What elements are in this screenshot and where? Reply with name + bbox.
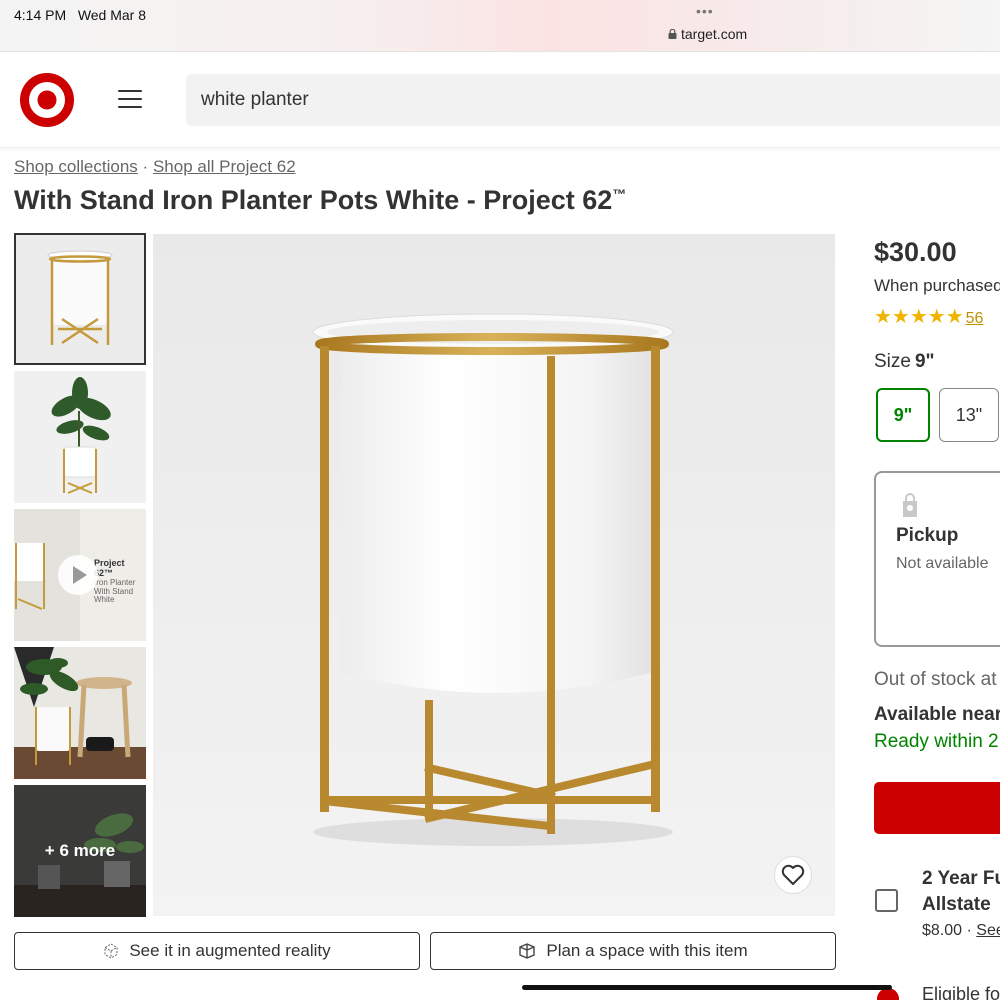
breadcrumb-shop-project-62[interactable]: Shop all Project 62 [153,157,296,176]
rating-stars[interactable]: ★★★★★ 56 [874,304,983,329]
main-product-image[interactable] [153,234,835,916]
thumbnail-2[interactable] [14,371,146,503]
thumbnail-4[interactable] [14,647,146,779]
out-of-stock-text: Out of stock at [874,669,997,690]
eligible-text: Eligible fo [922,984,1000,1000]
search-input[interactable] [186,74,1000,126]
status-time: 4:14 PM Wed Mar 8 [14,7,147,23]
protection-plan-checkbox[interactable] [875,889,898,912]
thumbnail-video[interactable]: Project 62™ Iron Planter With Stand Whit… [14,509,146,641]
breadcrumb: Shop collections · Shop all Project 62 [14,157,296,177]
size-option-9[interactable]: 9" [876,388,930,442]
protection-details-link[interactable]: See [976,922,1000,939]
ar-cube-icon [104,943,118,959]
favorite-heart-icon[interactable] [774,856,812,894]
available-near-text: Available near [874,704,1000,725]
more-images-label: + 6 more [44,841,116,860]
hamburger-menu-icon[interactable] [118,90,142,110]
protection-plan-title: 2 Year Fu Allstate [922,868,1000,915]
lock-icon [668,29,677,39]
more-dots[interactable]: ••• [696,3,714,19]
product-title: With Stand Iron Planter Pots White - Pro… [14,185,627,215]
add-to-cart-button[interactable] [874,782,1000,834]
pickup-option-card[interactable]: Pickup Not available [874,471,1000,647]
size-label: Size 9" [874,351,935,372]
plan-space-button[interactable]: Plan a space with this item [430,932,836,970]
home-indicator[interactable] [522,985,892,990]
target-logo-icon[interactable] [20,73,74,127]
when-purchased-text: When purchased [874,276,1000,295]
thumbnail-1[interactable] [14,233,146,365]
breadcrumb-separator: · [142,157,149,176]
pickup-title: Pickup [896,525,959,546]
ready-within-text: Ready within 2 [874,731,999,752]
site-header [0,52,1000,148]
product-price: $30.00 [874,237,957,267]
room-plan-icon [519,943,536,959]
url-display[interactable]: target.com [668,26,747,42]
video-brand-text: Project 62™ Iron Planter With Stand Whit… [94,558,136,605]
play-icon[interactable] [58,555,98,595]
thumbnail-more[interactable]: + 6 more [14,785,146,917]
status-bar: 4:14 PM Wed Mar 8 ••• target.com [0,0,1000,52]
augmented-reality-button[interactable]: See it in augmented reality [14,932,420,970]
pickup-bag-icon [903,493,917,517]
size-option-13[interactable]: 13" [939,388,999,442]
rating-count: 56 [965,310,984,327]
pickup-status: Not available [896,555,989,572]
protection-plan-price: $8.00 · See [922,922,1000,940]
selected-size-value: 9" [914,351,935,372]
breadcrumb-shop-collections[interactable]: Shop collections [14,157,138,176]
url-text: target.com [681,26,748,42]
